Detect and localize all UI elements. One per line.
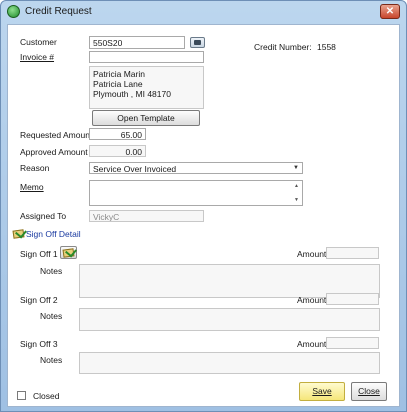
open-template-button[interactable]: Open Template	[92, 110, 200, 126]
chevron-down-icon[interactable]: ▼	[291, 164, 301, 172]
window-close-button[interactable]: ✕	[380, 4, 400, 19]
app-icon	[7, 5, 20, 18]
scroll-up-icon[interactable]: ▲	[292, 182, 301, 190]
signoff-3-amount-field	[326, 337, 379, 349]
customer-field[interactable]: 550S20	[89, 36, 185, 49]
signoff-2-label: Sign Off 2	[20, 295, 58, 305]
signoff-1-amount-label: Amount	[297, 249, 327, 259]
address-box: Patricia Marin Patricia Lane Plymouth , …	[89, 66, 204, 109]
signoff-3-notes-label: Notes	[40, 355, 63, 365]
signoff-1-button[interactable]	[60, 246, 77, 259]
invoice-label: Invoice #	[20, 52, 55, 62]
invoice-field[interactable]	[89, 51, 204, 63]
close-button[interactable]: Close	[351, 382, 387, 401]
signoff-detail-icon	[12, 228, 25, 239]
signoff-icon	[62, 247, 75, 258]
signoff-1-label: Sign Off 1	[20, 249, 58, 259]
memo-label: Memo	[20, 182, 44, 192]
form-area: Customer 550S20 Credit Number: 1558 Invo…	[7, 24, 400, 407]
credit-number-value: 1558	[317, 42, 336, 52]
assigned-to-label: Assigned To	[20, 211, 67, 221]
signoff-3-label: Sign Off 3	[20, 339, 58, 349]
closed-label: Closed	[33, 391, 60, 401]
requested-amount-field[interactable]: 65.00	[89, 128, 146, 140]
reason-select[interactable]: Service Over Invoiced ▼	[89, 162, 303, 174]
signoff-3-notes-field	[79, 352, 380, 374]
signoff-2-amount-field	[326, 293, 379, 305]
save-button[interactable]: Save	[299, 382, 345, 401]
address-line: Patricia Lane	[93, 79, 143, 89]
signoff-3-amount-label: Amount	[297, 339, 327, 349]
address-line: Patricia Marin	[93, 69, 145, 79]
scroll-down-icon[interactable]: ▼	[292, 196, 301, 204]
approved-amount-field: 0.00	[89, 145, 146, 157]
closed-checkbox[interactable]	[17, 391, 26, 400]
memo-textarea[interactable]: ▲ ▼	[89, 180, 303, 206]
signoff-2-notes-label: Notes	[40, 311, 63, 321]
signoff-detail-link[interactable]: Sign Off Detail	[26, 229, 81, 239]
assigned-to-field[interactable]: VickyC	[89, 210, 204, 222]
reason-label: Reason	[20, 163, 50, 173]
reason-value: Service Over Invoiced	[93, 164, 177, 174]
signoff-1-amount-field	[326, 247, 379, 259]
address-line: Plymouth , MI 48170	[93, 89, 171, 99]
credit-request-window: Credit Request ✕ Customer 550S20 Credit …	[0, 0, 407, 412]
customer-label: Customer	[20, 37, 57, 47]
customer-lookup-icon[interactable]	[190, 37, 205, 48]
signoff-1-notes-label: Notes	[40, 266, 63, 276]
credit-number-label: Credit Number:	[254, 42, 312, 52]
signoff-2-notes-field	[79, 308, 380, 331]
title-bar[interactable]: Credit Request ✕	[1, 1, 406, 23]
signoff-2-amount-label: Amount	[297, 295, 327, 305]
approved-amount-label: Approved Amount	[20, 147, 88, 157]
requested-amount-label: Requested Amount	[20, 130, 93, 140]
window-title: Credit Request	[25, 6, 92, 17]
